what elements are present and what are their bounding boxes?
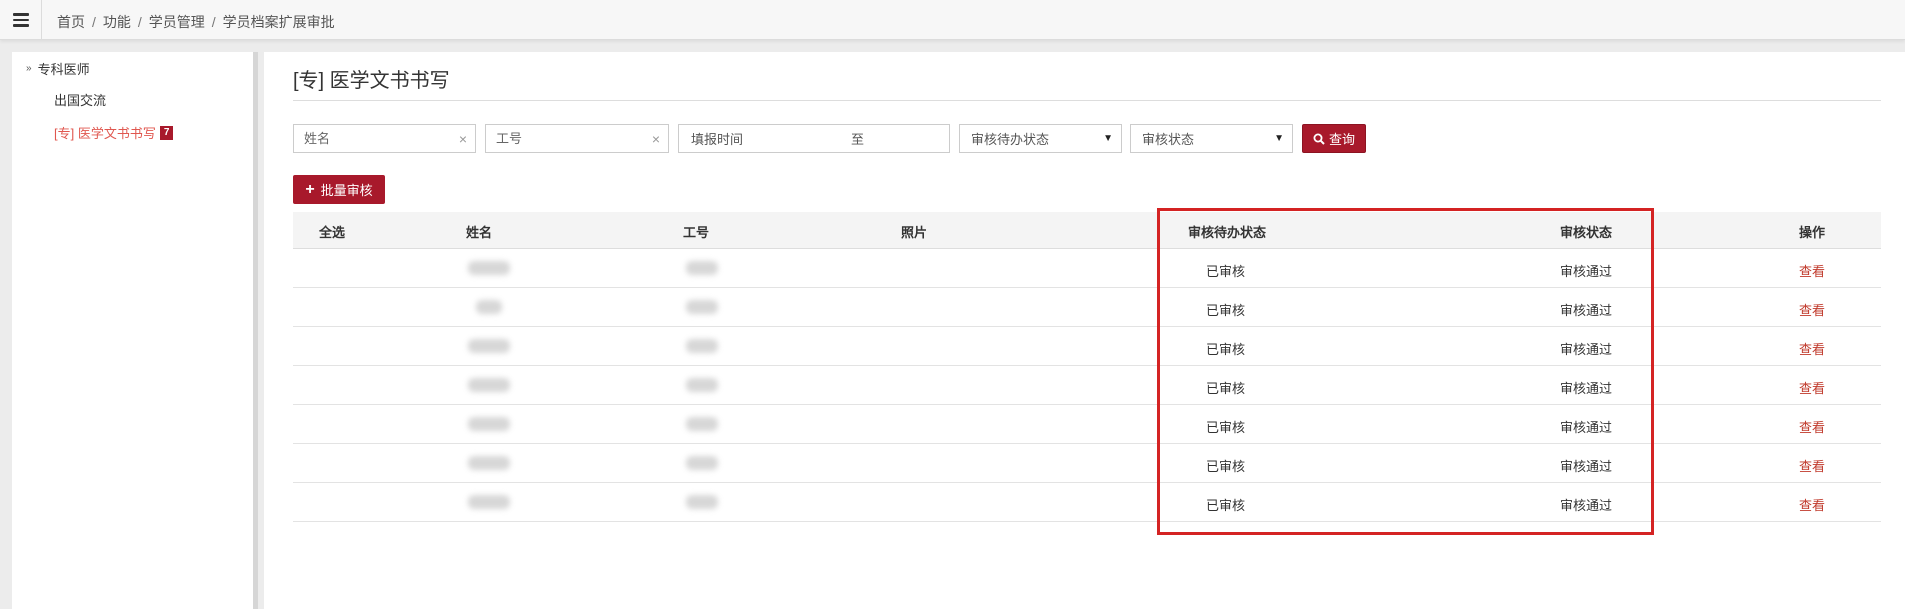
table-row: 已审核 审核通过 查看 <box>293 483 1881 522</box>
query-button[interactable]: 查询 <box>1302 124 1366 153</box>
redacted-id <box>686 495 718 509</box>
view-link[interactable]: 查看 <box>1799 417 1825 436</box>
redacted-id <box>686 378 718 392</box>
clear-icon[interactable]: × <box>459 131 467 147</box>
audit-status-cell: 审核通过 <box>1560 381 1613 396</box>
header-select-all[interactable]: 全选 <box>319 222 345 241</box>
header-action: 操作 <box>1799 225 1826 240</box>
redacted-name <box>468 495 510 509</box>
clear-icon[interactable]: × <box>652 131 660 147</box>
id-input[interactable] <box>486 125 668 152</box>
batch-audit-button[interactable]: + 批量审核 <box>293 175 385 204</box>
pending-status-cell: 已审核 <box>1206 459 1246 474</box>
header-name: 姓名 <box>466 225 493 240</box>
header-id: 工号 <box>683 225 710 240</box>
hamburger-menu-icon[interactable] <box>0 0 42 40</box>
pending-status-select[interactable]: 审核待办状态 ▼ <box>959 124 1122 153</box>
redacted-id <box>686 339 718 353</box>
pending-status-cell: 已审核 <box>1206 303 1246 318</box>
view-link[interactable]: 查看 <box>1799 300 1825 319</box>
audit-table: 全选 姓名 工号 照片 审核待办状态 审核状态 操作 已审核 审核通过 查看 已… <box>293 212 1881 522</box>
header-pending-status: 审核待办状态 <box>1188 225 1267 240</box>
redacted-name <box>468 339 510 353</box>
date-range-filter[interactable]: 填报时间 至 <box>678 124 950 153</box>
redacted-id <box>686 456 718 470</box>
plus-icon: + <box>305 180 315 198</box>
breadcrumb: 首页 / 功能 / 学员管理 / 学员档案扩展审批 <box>57 14 335 30</box>
redacted-name <box>468 417 510 431</box>
redacted-id <box>686 417 718 431</box>
audit-status-cell: 审核通过 <box>1560 264 1613 279</box>
title-divider <box>293 100 1881 101</box>
breadcrumb-function[interactable]: 功能 <box>103 14 131 30</box>
audit-status-select[interactable]: 审核状态 ▼ <box>1130 124 1293 153</box>
redacted-name <box>468 456 510 470</box>
redacted-name <box>476 300 502 314</box>
audit-status-cell: 审核通过 <box>1560 498 1613 513</box>
pending-status-cell: 已审核 <box>1206 264 1246 279</box>
table-row: 已审核 审核通过 查看 <box>293 405 1881 444</box>
view-link[interactable]: 查看 <box>1799 378 1825 397</box>
audit-status-value: 审核状态 <box>1142 132 1195 147</box>
pending-status-cell: 已审核 <box>1206 498 1246 513</box>
name-filter[interactable]: × <box>293 124 476 153</box>
table-row: 已审核 审核通过 查看 <box>293 288 1881 327</box>
chevron-down-icon: ▼ <box>1103 133 1113 144</box>
pending-status-cell: 已审核 <box>1206 342 1246 357</box>
sidebar-item-label: [专] 医学文书书写 <box>54 126 156 141</box>
sidebar: » 专科医师 出国交流 [专] 医学文书书写 7 <box>12 52 258 609</box>
redacted-name <box>468 261 510 275</box>
header-audit-status: 审核状态 <box>1560 225 1613 240</box>
sidebar-item-medical-writing[interactable]: [专] 医学文书书写 7 <box>54 123 174 142</box>
page-title: [专] 医学文书书写 <box>293 70 450 92</box>
batch-audit-label: 批量审核 <box>320 183 373 198</box>
count-badge: 7 <box>159 125 174 140</box>
view-link[interactable]: 查看 <box>1799 456 1825 475</box>
audit-status-cell: 审核通过 <box>1560 459 1613 474</box>
query-label: 查询 <box>1328 132 1355 147</box>
breadcrumb-current: 学员档案扩展审批 <box>222 14 335 30</box>
tree-root-label: 专科医师 <box>37 62 90 77</box>
sidebar-item-abroad-exchange[interactable]: 出国交流 <box>54 90 106 109</box>
audit-status-cell: 审核通过 <box>1560 342 1613 357</box>
redacted-name <box>468 378 510 392</box>
audit-status-cell: 审核通过 <box>1560 303 1613 318</box>
tree-root-specialist[interactable]: » 专科医师 <box>26 59 90 78</box>
table-row: 已审核 审核通过 查看 <box>293 327 1881 366</box>
table-row: 已审核 审核通过 查看 <box>293 249 1881 288</box>
search-icon <box>1313 133 1325 145</box>
name-input[interactable] <box>294 125 475 152</box>
table-header: 全选 姓名 工号 照片 审核待办状态 审核状态 操作 <box>293 212 1881 249</box>
top-bar: 首页 / 功能 / 学员管理 / 学员档案扩展审批 <box>0 0 1905 40</box>
view-link[interactable]: 查看 <box>1799 261 1825 280</box>
double-chevron-down-icon: » <box>26 63 32 74</box>
sidebar-item-label: 出国交流 <box>54 93 107 108</box>
breadcrumb-student-management[interactable]: 学员管理 <box>149 14 205 30</box>
date-to-label: 至 <box>851 132 865 147</box>
audit-status-cell: 审核通过 <box>1560 420 1613 435</box>
date-start-label: 填报时间 <box>691 132 744 147</box>
id-filter[interactable]: × <box>485 124 669 153</box>
main-panel: [专] 医学文书书写 × × 填报时间 至 审核待办状态 ▼ 审核状态 ▼ 查询… <box>264 52 1905 609</box>
table-row: 已审核 审核通过 查看 <box>293 366 1881 405</box>
view-link[interactable]: 查看 <box>1799 495 1825 514</box>
view-link[interactable]: 查看 <box>1799 339 1825 358</box>
chevron-down-icon: ▼ <box>1274 133 1284 144</box>
pending-status-value: 审核待办状态 <box>971 132 1050 147</box>
redacted-id <box>686 261 718 275</box>
table-row: 已审核 审核通过 查看 <box>293 444 1881 483</box>
redacted-id <box>686 300 718 314</box>
breadcrumb-home[interactable]: 首页 <box>57 14 85 30</box>
header-photo: 照片 <box>901 225 928 240</box>
pending-status-cell: 已审核 <box>1206 420 1246 435</box>
pending-status-cell: 已审核 <box>1206 381 1246 396</box>
